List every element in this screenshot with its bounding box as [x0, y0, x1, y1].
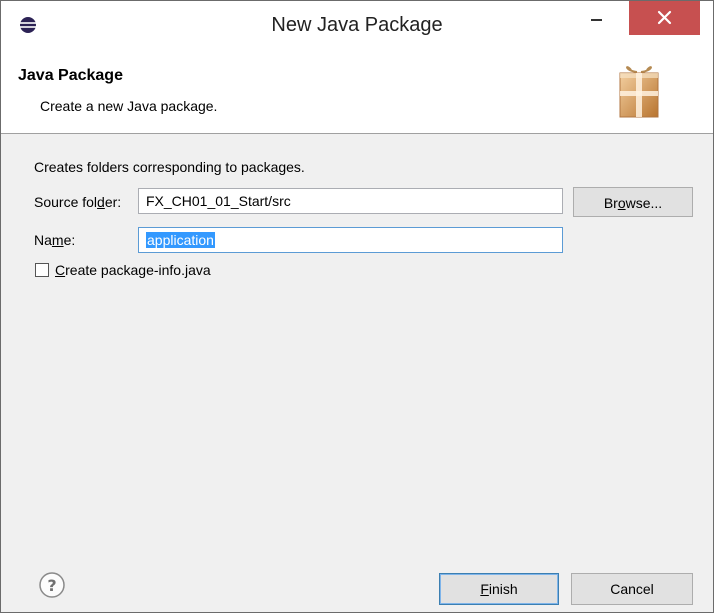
help-icon[interactable]: ? [38, 571, 66, 599]
new-java-package-dialog: New Java Package Java Package Create a n… [0, 0, 714, 613]
title-bar: New Java Package [1, 1, 713, 49]
name-input-value: application [146, 232, 215, 248]
header-description: Create a new Java package. [40, 98, 218, 114]
svg-text:?: ? [47, 576, 56, 595]
cancel-button[interactable]: Cancel [571, 573, 693, 605]
close-icon [657, 10, 672, 25]
browse-button[interactable]: Browse... [573, 187, 693, 217]
dialog-header: Java Package Create a new Java package. [1, 49, 713, 134]
source-folder-input[interactable]: FX_CH01_01_Start/src [138, 188, 563, 214]
intro-text: Creates folders corresponding to package… [34, 159, 305, 175]
header-title: Java Package [18, 67, 123, 84]
package-icon [613, 59, 665, 123]
close-button[interactable] [629, 1, 700, 35]
minimize-button[interactable] [577, 1, 617, 35]
name-input[interactable]: application [138, 227, 563, 253]
create-package-info-label[interactable]: Create package-info.java [55, 262, 211, 278]
finish-button[interactable]: Finish [439, 573, 559, 605]
source-folder-label: Source folder: [34, 194, 122, 210]
create-package-info-checkbox[interactable] [35, 263, 49, 277]
name-label: Name: [34, 232, 76, 248]
